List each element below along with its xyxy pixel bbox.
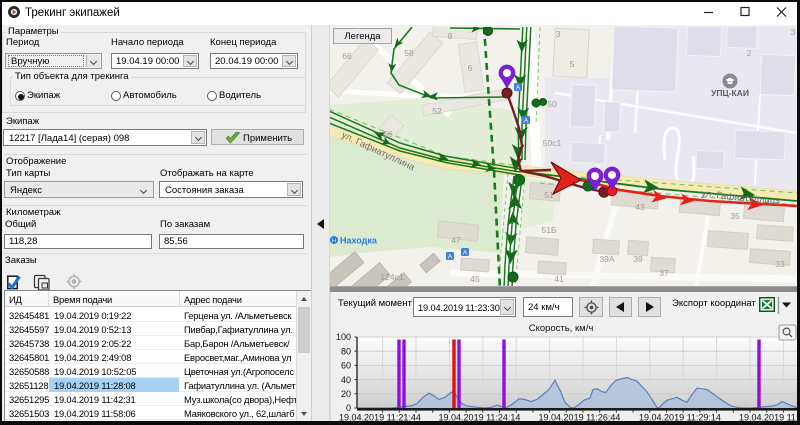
svg-text:37: 37 xyxy=(659,268,669,278)
svg-text:А: А xyxy=(524,118,529,125)
svg-text:А: А xyxy=(448,254,453,261)
svg-text:Н: Н xyxy=(332,239,336,245)
svg-text:35: 35 xyxy=(730,211,740,221)
svg-text:50: 50 xyxy=(547,99,557,109)
svg-text:8: 8 xyxy=(448,31,453,41)
svg-text:40: 40 xyxy=(341,375,351,385)
svg-text:19.04.2019 11:24:14: 19.04.2019 11:24:14 xyxy=(439,413,521,423)
svg-text:66: 66 xyxy=(342,51,352,61)
svg-text:56: 56 xyxy=(383,129,393,139)
svg-text:80: 80 xyxy=(341,346,351,356)
svg-text:19.04.2019 11:26:44: 19.04.2019 11:26:44 xyxy=(539,413,621,423)
svg-text:58: 58 xyxy=(404,48,414,58)
svg-text:39А: 39А xyxy=(599,254,614,264)
svg-text:39: 39 xyxy=(633,254,643,264)
svg-text:50с1: 50с1 xyxy=(543,138,562,148)
svg-text:45: 45 xyxy=(470,274,480,284)
svg-text:60: 60 xyxy=(341,361,351,371)
svg-text:100: 100 xyxy=(336,332,351,342)
svg-text:20: 20 xyxy=(341,389,351,399)
svg-text:УПЦ-КАИ: УПЦ-КАИ xyxy=(711,88,749,98)
svg-text:2: 2 xyxy=(747,48,752,58)
svg-text:51Б: 51Б xyxy=(541,225,556,235)
svg-text:Находка: Находка xyxy=(340,236,378,246)
svg-text:А: А xyxy=(516,85,521,92)
svg-text:124с1: 124с1 xyxy=(380,272,403,282)
svg-text:6: 6 xyxy=(468,63,473,73)
svg-text:41: 41 xyxy=(554,274,564,284)
svg-text:3: 3 xyxy=(791,27,796,37)
svg-text:19.04.2019 11:29:14: 19.04.2019 11:29:14 xyxy=(639,413,721,423)
svg-text:52: 52 xyxy=(432,106,442,116)
svg-text:47: 47 xyxy=(451,235,461,245)
svg-text:Скорость, км/ч: Скорость, км/ч xyxy=(529,323,594,334)
svg-text:51: 51 xyxy=(544,190,554,200)
svg-text:3: 3 xyxy=(556,29,561,39)
svg-text:А: А xyxy=(463,250,468,257)
svg-text:43: 43 xyxy=(635,202,645,212)
svg-text:33: 33 xyxy=(775,259,785,269)
svg-text:19.04.2019 11:21:44: 19.04.2019 11:21:44 xyxy=(339,413,421,423)
svg-text:19.04.2019 11:31:44: 19.04.2019 11:31:44 xyxy=(739,413,797,423)
svg-text:5: 5 xyxy=(570,59,575,69)
